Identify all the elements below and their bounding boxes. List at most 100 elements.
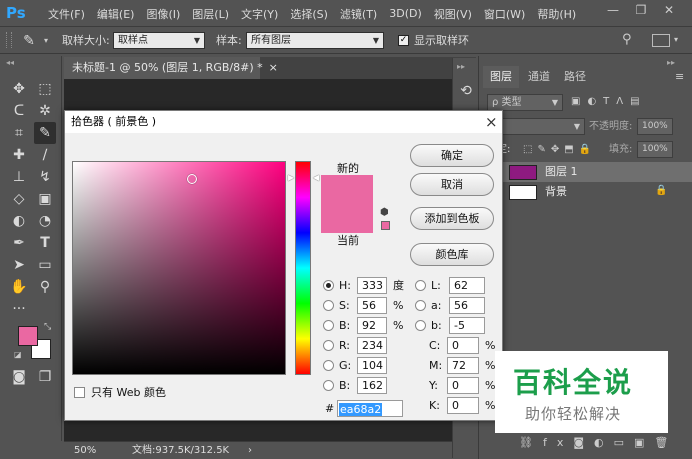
pen-tool-icon[interactable]: ✒ xyxy=(8,232,30,254)
cmyk-input[interactable]: 0 xyxy=(447,397,479,414)
history-brush-icon[interactable]: ↯ xyxy=(34,166,56,188)
menu-item-6[interactable]: 滤镜(T) xyxy=(334,6,383,22)
menu-item-9[interactable]: 窗口(W) xyxy=(478,6,531,22)
close-button[interactable]: ✕ xyxy=(656,0,682,20)
magic-wand-tool-icon[interactable]: ✲ xyxy=(34,100,56,122)
layer-name[interactable]: 图层 1 xyxy=(545,164,578,180)
lab-input[interactable]: 62 xyxy=(449,277,485,294)
menu-item-5[interactable]: 选择(S) xyxy=(284,6,334,22)
tab-close-icon[interactable]: × xyxy=(269,61,278,74)
marquee-tool-icon[interactable]: ⬚ xyxy=(34,78,56,100)
collapse-icon[interactable]: ◂◂ xyxy=(6,58,14,67)
menu-item-2[interactable]: 图像(I) xyxy=(140,6,186,22)
rgb-input[interactable]: 104 xyxy=(357,357,387,374)
layer-row[interactable]: ◉背景🔒 xyxy=(479,182,692,202)
sample-select[interactable]: 所有图层 ▼ xyxy=(246,32,384,49)
lab-input[interactable]: 56 xyxy=(449,297,485,314)
hex-input[interactable]: ea68a2 xyxy=(337,400,403,417)
quick-mask-icon[interactable]: ◙ xyxy=(8,366,30,388)
cmyk-input[interactable]: 0 xyxy=(447,377,479,394)
eyedropper-tool-icon[interactable]: ✎ xyxy=(34,122,56,144)
menu-item-7[interactable]: 3D(D) xyxy=(383,7,428,20)
tab-paths[interactable]: 路径 xyxy=(557,66,593,88)
layer-actions[interactable]: ⛓fx◙◐▭▣🗑 xyxy=(519,436,678,449)
gamut-cube-icon[interactable]: ⬢ xyxy=(380,207,389,218)
gradient-tool-icon[interactable]: ▣ xyxy=(34,188,56,210)
layer-name[interactable]: 背景 xyxy=(545,184,567,200)
sample-size-select[interactable]: 取样点 ▼ xyxy=(113,32,205,49)
more-tools-icon[interactable]: ··· xyxy=(8,298,30,320)
hue-arrow-left-icon[interactable]: ▶ xyxy=(288,173,294,182)
default-colors-icon[interactable]: ◪ xyxy=(14,350,22,359)
search-icon[interactable]: ⚲ xyxy=(622,32,638,48)
kind-filter-select[interactable]: ρ 类型 ▼ xyxy=(487,94,563,111)
eyedropper-icon[interactable]: ✎ xyxy=(18,30,40,52)
lab-radio[interactable] xyxy=(415,300,426,311)
chevron-down-icon[interactable]: ▾ xyxy=(674,35,678,44)
rgb-input[interactable]: 162 xyxy=(357,377,387,394)
rgb-radio[interactable] xyxy=(323,380,334,391)
menu-item-1[interactable]: 编辑(E) xyxy=(91,6,141,22)
crop-tool-icon[interactable]: ⌗ xyxy=(8,122,30,144)
hue-arrow-right-icon[interactable]: ◀ xyxy=(313,173,319,182)
path-select-icon[interactable]: ➤ xyxy=(8,254,30,276)
hsb-radio[interactable] xyxy=(323,300,334,311)
dialog-close-icon[interactable]: × xyxy=(485,113,498,131)
zoom-tool-icon[interactable]: ⚲ xyxy=(34,276,56,298)
hsb-input[interactable]: 333 xyxy=(357,277,387,294)
color-cursor[interactable] xyxy=(187,174,197,184)
menu-item-4[interactable]: 文字(Y) xyxy=(235,6,284,22)
collapse-icon[interactable]: ▸▸ xyxy=(667,58,675,67)
panel-menu-icon[interactable]: ≡ xyxy=(675,70,684,83)
dodge-tool-icon[interactable]: ◔ xyxy=(34,210,56,232)
rgb-input[interactable]: 234 xyxy=(357,337,387,354)
blur-tool-icon[interactable]: ◐ xyxy=(8,210,30,232)
saturation-brightness-field[interactable] xyxy=(72,161,286,375)
eraser-tool-icon[interactable]: ◇ xyxy=(8,188,30,210)
current-color-swatch[interactable] xyxy=(321,204,373,233)
cmyk-input[interactable]: 72 xyxy=(447,357,479,374)
menu-item-10[interactable]: 帮助(H) xyxy=(531,6,582,22)
show-ring-checkbox[interactable]: ✓ xyxy=(398,35,409,46)
type-tool-icon[interactable]: T xyxy=(34,232,56,254)
screen-mode-icon[interactable]: ❐ xyxy=(34,366,56,388)
history-panel-icon[interactable]: ⟲ xyxy=(455,80,477,102)
add-to-swatches-button[interactable]: 添加到色板 xyxy=(410,207,494,230)
workspace-icon[interactable] xyxy=(652,34,670,47)
minimize-button[interactable]: — xyxy=(600,0,626,20)
hsb-radio[interactable] xyxy=(323,320,334,331)
web-only-checkbox[interactable] xyxy=(74,387,85,398)
web-safe-swatch[interactable] xyxy=(381,221,390,230)
move-tool-icon[interactable]: ✥ xyxy=(8,78,30,100)
hue-slider[interactable] xyxy=(295,161,311,375)
lock-icons[interactable]: ⬚✎✥⬒🔒 xyxy=(523,141,596,158)
tab-layers[interactable]: 图层 xyxy=(483,66,519,88)
ok-button[interactable]: 确定 xyxy=(410,144,494,167)
hsb-input[interactable]: 56 xyxy=(357,297,387,314)
rgb-radio[interactable] xyxy=(323,360,334,371)
cancel-button[interactable]: 取消 xyxy=(410,173,494,196)
menu-item-8[interactable]: 视图(V) xyxy=(428,6,478,22)
fill-input[interactable]: 100% xyxy=(637,141,673,158)
status-arrow-icon[interactable]: › xyxy=(248,442,252,459)
lab-radio[interactable] xyxy=(415,280,426,291)
cmyk-input[interactable]: 0 xyxy=(447,337,479,354)
menu-item-0[interactable]: 文件(F) xyxy=(42,6,91,22)
color-libraries-button[interactable]: 颜色库 xyxy=(410,243,494,266)
chevron-down-icon[interactable]: ▾ xyxy=(44,36,48,45)
rectangle-tool-icon[interactable]: ▭ xyxy=(34,254,56,276)
hand-tool-icon[interactable]: ✋ xyxy=(8,276,30,298)
healing-tool-icon[interactable]: ✚ xyxy=(8,144,30,166)
menu-item-3[interactable]: 图层(L) xyxy=(186,6,235,22)
lab-input[interactable]: -5 xyxy=(449,317,485,334)
opacity-input[interactable]: 100% xyxy=(637,118,673,135)
tab-channels[interactable]: 通道 xyxy=(521,66,557,88)
foreground-color-swatch[interactable] xyxy=(18,326,38,346)
collapse-icon[interactable]: ▸▸ xyxy=(457,62,465,71)
lasso-tool-icon[interactable]: ᑕ xyxy=(8,100,30,122)
lab-radio[interactable] xyxy=(415,320,426,331)
brush-tool-icon[interactable]: ∕ xyxy=(34,144,56,166)
hsb-input[interactable]: 92 xyxy=(357,317,387,334)
hsb-radio[interactable] xyxy=(323,280,334,291)
stamp-tool-icon[interactable]: ⊥ xyxy=(8,166,30,188)
